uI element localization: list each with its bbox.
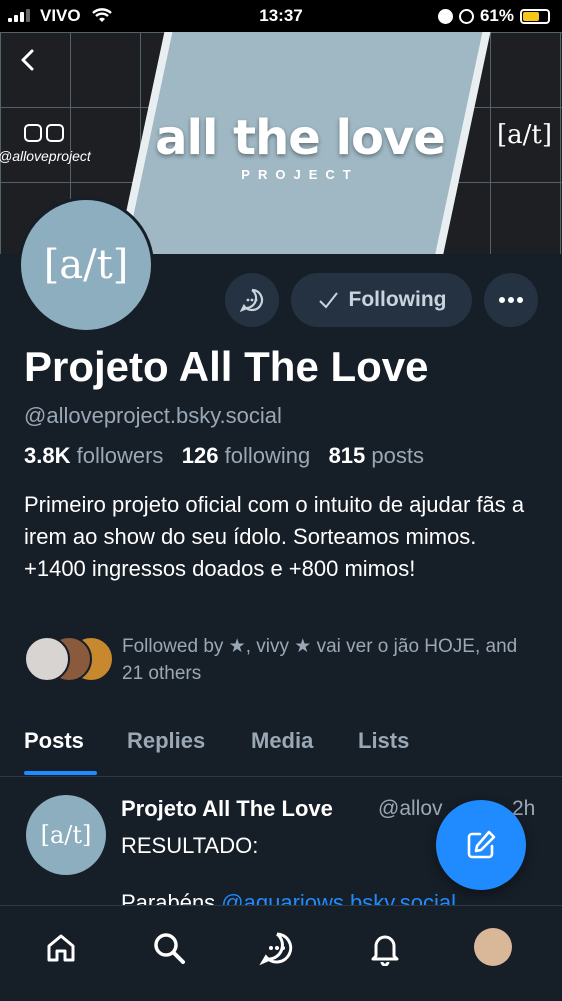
emoji-status-icon xyxy=(437,8,453,24)
instagram-icon xyxy=(46,124,64,142)
followed-by-section[interactable]: Followed by ★, vivy ★ vai ver o jão HOJE… xyxy=(24,633,554,693)
posts-label: posts xyxy=(371,443,424,468)
check-icon xyxy=(318,292,338,309)
nav-chat[interactable] xyxy=(257,928,297,968)
banner-subtitle: PROJECT xyxy=(241,167,359,182)
compose-icon xyxy=(467,830,496,859)
banner-title: all the love xyxy=(155,110,446,166)
search-icon xyxy=(154,933,185,964)
following-label: following xyxy=(224,443,311,468)
nav-search[interactable] xyxy=(149,928,189,968)
banner-social-icons xyxy=(24,124,64,142)
avatar-logo-text: [a/t] xyxy=(43,242,129,288)
bell-icon xyxy=(371,935,399,966)
status-bar: VIVO 13:37 61% xyxy=(0,0,562,32)
banner-handle: @alloveproject xyxy=(0,148,91,164)
followed-by-text: Followed by ★, vivy ★ vai ver o jão HOJE… xyxy=(122,636,518,684)
home-icon xyxy=(47,934,75,962)
following-count: 126 xyxy=(181,443,219,468)
following-button-label: Following xyxy=(348,288,447,311)
banner-logo: [a/t] xyxy=(497,120,552,150)
tab-replies[interactable]: Replies xyxy=(127,728,205,754)
display-name: Projeto All The Love xyxy=(24,343,429,390)
message-button[interactable] xyxy=(225,273,279,327)
lock-rotation-icon xyxy=(458,8,474,24)
back-arrow-icon[interactable] xyxy=(14,46,42,74)
followers-stat[interactable]: 3.8K followers xyxy=(24,443,163,468)
battery-percent: 61% xyxy=(479,6,514,25)
following-button[interactable]: Following xyxy=(291,273,472,327)
twitter-icon xyxy=(24,124,42,142)
posts-count: 815 xyxy=(328,443,366,468)
followers-count: 3.8K xyxy=(24,443,71,468)
more-options-button[interactable] xyxy=(484,273,538,327)
nav-profile-avatar[interactable] xyxy=(474,928,512,966)
nav-notifications[interactable] xyxy=(365,928,405,968)
posts-stat: 815 posts xyxy=(329,443,424,468)
profile-handle: @alloveproject.bsky.social xyxy=(24,403,282,428)
post-author-handle: @allov xyxy=(378,797,443,820)
bottom-navigation xyxy=(0,905,562,1001)
more-icon xyxy=(499,297,523,303)
post-author-name[interactable]: Projeto All The Love xyxy=(121,796,333,822)
battery-icon xyxy=(520,8,550,24)
profile-stats: 3.8K followers 126 following 815 posts xyxy=(24,443,424,469)
follower-avatars xyxy=(24,636,114,684)
tab-lists[interactable]: Lists xyxy=(358,728,409,754)
compose-button[interactable] xyxy=(436,800,526,890)
post-avatar-logo: [a/t] xyxy=(40,821,92,849)
post-text: RESULTADO: xyxy=(121,833,259,858)
profile-bio: Primeiro projeto oficial com o intuito d… xyxy=(24,492,525,581)
nav-home[interactable] xyxy=(41,928,81,968)
followers-label: followers xyxy=(76,443,164,468)
tab-media[interactable]: Media xyxy=(251,728,313,754)
tab-posts[interactable]: Posts xyxy=(24,728,84,754)
post-avatar[interactable]: [a/t] xyxy=(26,795,106,875)
following-stat[interactable]: 126 following xyxy=(182,443,310,468)
profile-avatar[interactable]: [a/t] xyxy=(18,197,154,333)
profile-tabs: Posts Replies Media Lists xyxy=(0,722,562,777)
chat-icon xyxy=(239,288,264,313)
avatar xyxy=(24,636,70,682)
chat-icon xyxy=(259,932,293,966)
active-tab-indicator xyxy=(24,771,97,775)
